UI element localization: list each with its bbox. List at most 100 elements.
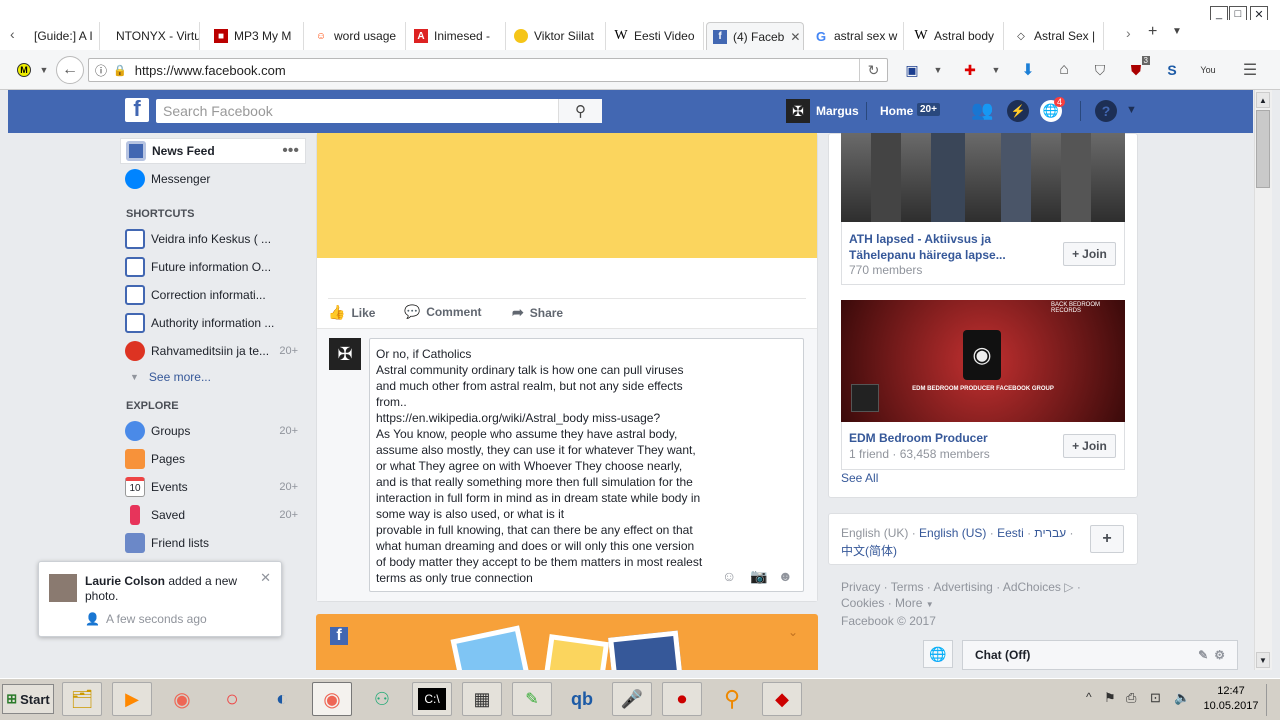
comment-text[interactable]: Or no, if Catholics Astral community ordi… — [376, 346, 716, 586]
network-icon[interactable]: ⚇ — [362, 682, 402, 716]
save-menu-chevron-down-icon[interactable]: ▼ — [928, 60, 948, 80]
footer-link[interactable]: Advertising — [933, 580, 992, 594]
camera-icon[interactable]: 📷 — [750, 568, 767, 585]
new-tab-button[interactable]: + — [1148, 23, 1157, 41]
youtube-icon[interactable]: You — [1198, 60, 1218, 80]
footer-link[interactable]: Terms — [891, 580, 924, 594]
addon-menu-chevron-down-icon[interactable]: ▼ — [986, 60, 1006, 80]
globe-icon[interactable]: 🌐 — [923, 640, 953, 668]
scroll-up-arrow-icon[interactable]: ▲ — [1256, 92, 1270, 108]
compose-icon[interactable]: ✎ — [1198, 648, 1208, 662]
tray-network-icon[interactable]: ⊡ — [1150, 690, 1161, 706]
paint-icon[interactable]: ◆ — [762, 682, 802, 716]
footer-link[interactable]: Privacy — [841, 580, 880, 594]
browser-tab[interactable]: W Eesti Video — [608, 22, 704, 50]
share-button[interactable]: ➦ Share — [512, 304, 563, 321]
recorder-icon[interactable]: ⏺ — [662, 682, 702, 716]
sidebar-item-pages[interactable]: Pages — [120, 446, 308, 472]
tabs-scroll-right-icon[interactable]: › — [1126, 25, 1131, 41]
tab-list-chevron-down-icon[interactable]: ▼ — [1172, 26, 1182, 37]
language-link[interactable]: 中文(简体) — [841, 542, 897, 559]
help-icon[interactable]: ? — [1095, 100, 1117, 122]
facebook-logo-icon[interactable]: f — [125, 96, 149, 122]
sidebar-item-shortcut[interactable]: Correction informati... — [120, 282, 308, 308]
firefox-icon[interactable]: ◉ — [162, 682, 202, 716]
firefox-active-icon[interactable]: ◉ — [312, 682, 352, 716]
url-text[interactable]: https://www.facebook.com — [135, 63, 286, 78]
scrollbar-thumb[interactable] — [1256, 110, 1270, 188]
sidebar-item-shortcut[interactable]: Authority information ... — [120, 310, 308, 336]
sidebar-item-news-feed[interactable]: News Feed ••• — [120, 138, 306, 164]
home-link[interactable]: Home — [880, 104, 913, 118]
media-player-icon[interactable]: ▶ — [112, 682, 152, 716]
profile-name-link[interactable]: Margus — [816, 104, 859, 118]
group-cover-image[interactable]: BACK BEDROOM RECORDS ◉ EDM BEDROOM PRODU… — [841, 300, 1125, 422]
tray-clock[interactable]: 12:47 10.05.2017 — [1200, 684, 1262, 714]
sidebar-item-saved[interactable]: Saved 20+ — [120, 502, 308, 528]
browser-tab[interactable]: W Astral body — [908, 22, 1004, 50]
footer-link[interactable]: Cookies — [841, 596, 884, 610]
notification-popup[interactable]: Laurie Colson added a new photo. 👤 A few … — [38, 561, 282, 637]
sidebar-item-shortcut[interactable]: Veidra info Keskus ( ... — [120, 226, 308, 252]
tray-expand-chevron-icon[interactable]: ^ — [1086, 690, 1092, 704]
start-button[interactable]: ⊞ Start — [2, 684, 54, 714]
sidebar-item-shortcut[interactable]: Future information O... — [120, 254, 308, 280]
comment-button[interactable]: 💬 Comment — [404, 304, 482, 320]
tabs-scroll-left-icon[interactable]: ‹ — [10, 26, 15, 42]
url-bar[interactable]: ⓘ 🔒 https://www.facebook.com ↻ — [88, 58, 888, 82]
post-options-chevron-down-icon[interactable]: ⌄ — [788, 625, 798, 639]
scroll-down-arrow-icon[interactable]: ▼ — [1256, 652, 1270, 668]
group-name-link[interactable]: EDM Bedroom Producer — [849, 431, 988, 445]
ublock-icon[interactable]: ⛊ 3 — [1126, 56, 1150, 80]
browser-tab[interactable]: ■ MP3 My M — [208, 22, 304, 50]
sidebar-item-groups[interactable]: Groups 20+ — [120, 418, 308, 444]
home-icon[interactable]: ⌂ — [1054, 60, 1074, 80]
close-tab-icon[interactable]: ✕ — [790, 30, 800, 44]
download-icon[interactable]: ⬇ — [1018, 60, 1038, 80]
browser-tab[interactable]: [Guide:] A I — [28, 22, 100, 50]
info-icon[interactable]: ⓘ — [95, 62, 107, 79]
more-options-icon[interactable]: ••• — [282, 142, 299, 160]
see-all-link[interactable]: See All — [841, 471, 878, 485]
footer-link[interactable]: More — [895, 596, 922, 610]
account-menu-chevron-down-icon[interactable]: ▼ — [1126, 104, 1137, 116]
search-button[interactable]: ⚲ — [558, 99, 602, 123]
sticker-icon[interactable]: ☻ — [778, 568, 793, 584]
messenger-icon[interactable]: ⚡ — [1007, 100, 1029, 122]
reload-icon[interactable]: ↻ — [859, 59, 887, 81]
language-link[interactable]: Eesti — [997, 526, 1024, 540]
show-desktop-button[interactable] — [1266, 684, 1278, 716]
browser-tab[interactable]: A Inimesed - — [408, 22, 506, 50]
file-explorer-icon[interactable]: 🗂 — [62, 682, 102, 716]
close-icon[interactable]: ✕ — [260, 570, 271, 586]
group-cover-image[interactable] — [841, 133, 1125, 222]
magnifier-icon[interactable]: ⚲ — [712, 682, 752, 716]
cmd-icon[interactable]: C:\ — [412, 682, 452, 716]
footer-link[interactable]: AdChoices — [1003, 580, 1061, 594]
search-input[interactable]: Search Facebook — [156, 99, 602, 123]
calculator-icon[interactable]: ▦ — [462, 682, 502, 716]
sidebar-item-messenger[interactable]: Messenger — [120, 166, 308, 192]
tray-flag-icon[interactable]: ⚑ — [1104, 690, 1116, 706]
back-arrow-icon[interactable]: ← — [56, 56, 84, 84]
save-icon[interactable]: ▣ — [902, 60, 922, 80]
pocket-icon[interactable]: ⛉ — [1090, 60, 1110, 80]
tray-printer-icon[interactable]: ⎙ — [1126, 690, 1136, 706]
browser-tab[interactable]: NTONYX - Virtu — [100, 22, 200, 50]
join-group-button[interactable]: + Join — [1063, 434, 1116, 458]
notepad-plus-icon[interactable]: ✎ — [512, 682, 552, 716]
add-language-button[interactable]: + — [1090, 525, 1124, 553]
avatar[interactable]: ✠ — [786, 99, 810, 123]
thunderbird-icon[interactable]: ◐ — [262, 682, 302, 716]
like-button[interactable]: 👍 Like — [328, 304, 375, 321]
group-name-link[interactable]: ATH lapsed - Aktiivsus ja Tähelepanu häir… — [849, 231, 1006, 263]
join-group-button[interactable]: + Join — [1063, 242, 1116, 266]
hamburger-menu-icon[interactable]: ☰ — [1240, 60, 1260, 80]
friend-requests-icon[interactable]: 👥 — [971, 100, 993, 121]
sidebar-item-shortcut[interactable]: Rahvameditsiin ja te... 20+ — [120, 338, 308, 364]
language-link[interactable]: עברית — [1034, 526, 1066, 540]
browser-tab[interactable]: ☺ word usage — [308, 22, 406, 50]
browser-tab[interactable]: ◇ Astral Sex | — [1008, 22, 1104, 50]
qbittorrent-icon[interactable]: qb — [562, 682, 602, 716]
post-image-yellow[interactable] — [317, 133, 817, 258]
